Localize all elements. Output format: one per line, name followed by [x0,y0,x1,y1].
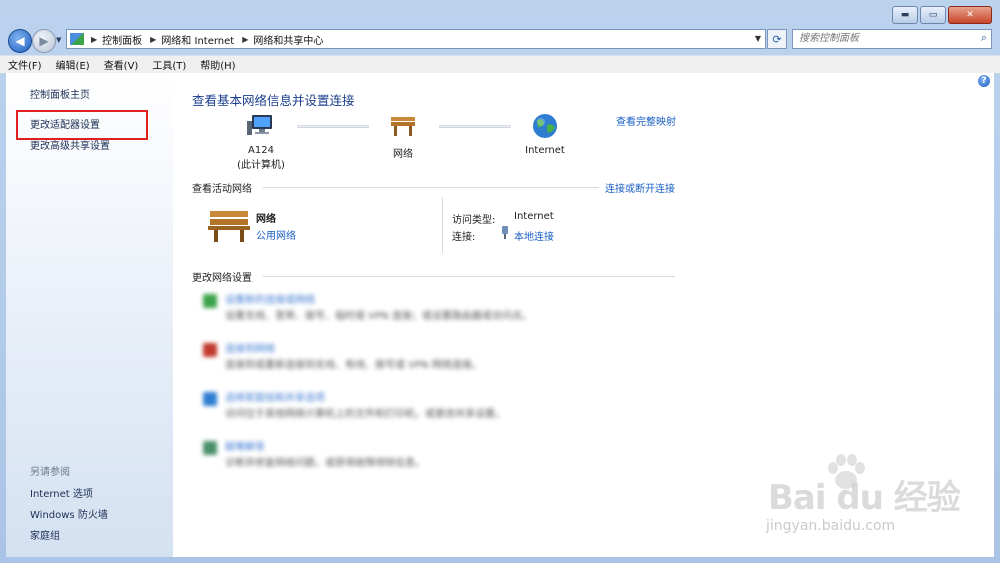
sidebar-link-windows-firewall[interactable]: Windows 防火墙 [30,506,108,521]
search-box: ⌕ [792,29,992,49]
change-settings-title: 更改网络设置 [192,273,252,284]
task-description: 设置无线、宽带、拨号、临时或 VPN 连接；或设置路由器或访问点。 [225,311,532,322]
menu-file[interactable]: 文件(F) [0,57,48,72]
connect-network-icon [203,343,217,357]
breadcrumb-network-sharing-center[interactable]: 网络和共享中心 [253,32,323,47]
view-full-map-link[interactable]: 查看完整映射 [616,113,676,128]
menu-help[interactable]: 帮助(H) [192,57,241,72]
section-divider [263,187,599,188]
connection-label: 连接: [452,232,476,243]
vertical-divider [442,197,443,253]
watermark-url: jingyan.baidu.com [766,518,896,534]
task-setup-connection[interactable]: 设置新的连接或网络 设置无线、宽带、拨号、临时或 VPN 连接；或设置路由器或访… [203,291,563,325]
local-connection-link[interactable]: 本地连接 [514,228,554,243]
breadcrumb-chevron-icon[interactable]: ▶ [242,35,248,44]
address-row: ◀ ▶ ▼ ▶ 控制面板 ▶ 网络和 Internet ▶ 网络和共享中心 ▼ … [0,26,1000,53]
address-bar[interactable]: ▶ 控制面板 ▶ 网络和 Internet ▶ 网络和共享中心 ▼ [66,29,766,49]
task-description: 连接到或重新连接到无线、有线、拨号或 VPN 网络连接。 [225,360,482,371]
minimize-button[interactable]: ▬ [892,6,918,24]
window-controls: ▬ ▭ ✕ [890,6,992,24]
task-connect-network[interactable]: 连接到网络 连接到或重新连接到无线、有线、拨号或 VPN 网络连接。 [203,340,563,374]
network-node-sublabel: (此计算机) [237,160,285,171]
forward-button[interactable]: ▶ [32,29,56,53]
control-panel-icon [70,33,84,45]
active-network-name: 网络 [256,214,276,225]
computer-icon [247,115,272,135]
title-bar: ▬ ▭ ✕ [0,0,1000,26]
task-title[interactable]: 选择家庭组和共享选项 [225,389,325,404]
network-link-line [297,125,369,128]
globe-icon [533,114,557,138]
menu-tools[interactable]: 工具(T) [144,57,192,72]
back-button[interactable]: ◀ [8,29,32,53]
network-node-internet[interactable]: Internet [515,113,575,156]
help-icon[interactable]: ? [978,75,990,87]
task-description: 诊断并修复网络问题，或获得故障排除信息。 [225,458,425,469]
access-type-value: Internet [514,211,554,222]
network-node-computer[interactable]: A124 (此计算机) [231,113,291,171]
sidebar-link-internet-options[interactable]: Internet 选项 [30,485,93,500]
ethernet-icon [502,226,508,239]
refresh-button[interactable]: ⟳ [767,29,787,49]
bench-icon [391,117,415,136]
bench-icon [208,211,250,242]
troubleshoot-icon [203,441,217,455]
network-type-link[interactable]: 公用网络 [256,227,296,242]
sidebar-link-homegroup[interactable]: 家庭组 [30,527,60,542]
breadcrumb-chevron-icon[interactable]: ▶ [150,35,156,44]
task-title[interactable]: 设置新的连接或网络 [225,291,315,306]
menu-edit[interactable]: 编辑(E) [48,57,96,72]
page-title: 查看基本网络信息并设置连接 [192,93,355,108]
maximize-button[interactable]: ▭ [920,6,946,24]
window-frame: ▬ ▭ ✕ ◀ ▶ ▼ ▶ 控制面板 ▶ 网络和 Internet ▶ 网络和共… [0,0,1000,563]
task-title[interactable]: 疑难解答 [225,438,265,453]
sidebar-link-control-panel-home[interactable]: 控制面板主页 [30,86,90,101]
active-networks-title: 查看活动网络 [192,184,252,195]
connect-disconnect-link[interactable]: 连接或断开连接 [605,180,675,195]
network-setup-icon [203,294,217,308]
task-sidebar: 控制面板主页 更改适配器设置 更改高级共享设置 另请参阅 Internet 选项… [6,73,173,557]
section-divider [263,276,675,277]
breadcrumb-chevron-icon[interactable]: ▶ [91,35,97,44]
breadcrumb-network-internet[interactable]: 网络和 Internet [161,32,234,47]
network-link-line [439,125,511,128]
task-description: 访问位于其他网络计算机上的文件和打印机，或更改共享设置。 [225,409,505,420]
task-troubleshoot[interactable]: 疑难解答 诊断并修复网络问题，或获得故障排除信息。 [203,438,563,472]
network-node-label: A124 [248,145,274,156]
address-dropdown-icon[interactable]: ▼ [755,34,761,43]
baidu-watermark: Bai du 经验 jingyan.baidu.com [766,454,961,534]
search-icon[interactable]: ⌕ [981,31,987,45]
highlight-box [16,110,148,140]
task-homegroup-sharing[interactable]: 选择家庭组和共享选项 访问位于其他网络计算机上的文件和打印机，或更改共享设置。 [203,389,563,423]
close-button[interactable]: ✕ [948,6,992,24]
menu-view[interactable]: 查看(V) [96,57,145,72]
search-input[interactable] [793,30,969,46]
recent-pages-dropdown[interactable]: ▼ [56,36,61,44]
network-node-network[interactable]: 网络 [373,113,433,160]
network-node-label: 网络 [393,149,413,160]
homegroup-icon [203,392,217,406]
see-also-title: 另请参阅 [30,467,70,478]
task-title[interactable]: 连接到网络 [225,340,275,355]
breadcrumb-control-panel[interactable]: 控制面板 [102,32,142,47]
access-type-label: 访问类型: [452,215,496,226]
network-node-label: Internet [525,145,565,156]
paw-logo-icon [828,454,865,489]
menu-bar: 文件(F) 编辑(E) 查看(V) 工具(T) 帮助(H) [0,55,1000,74]
